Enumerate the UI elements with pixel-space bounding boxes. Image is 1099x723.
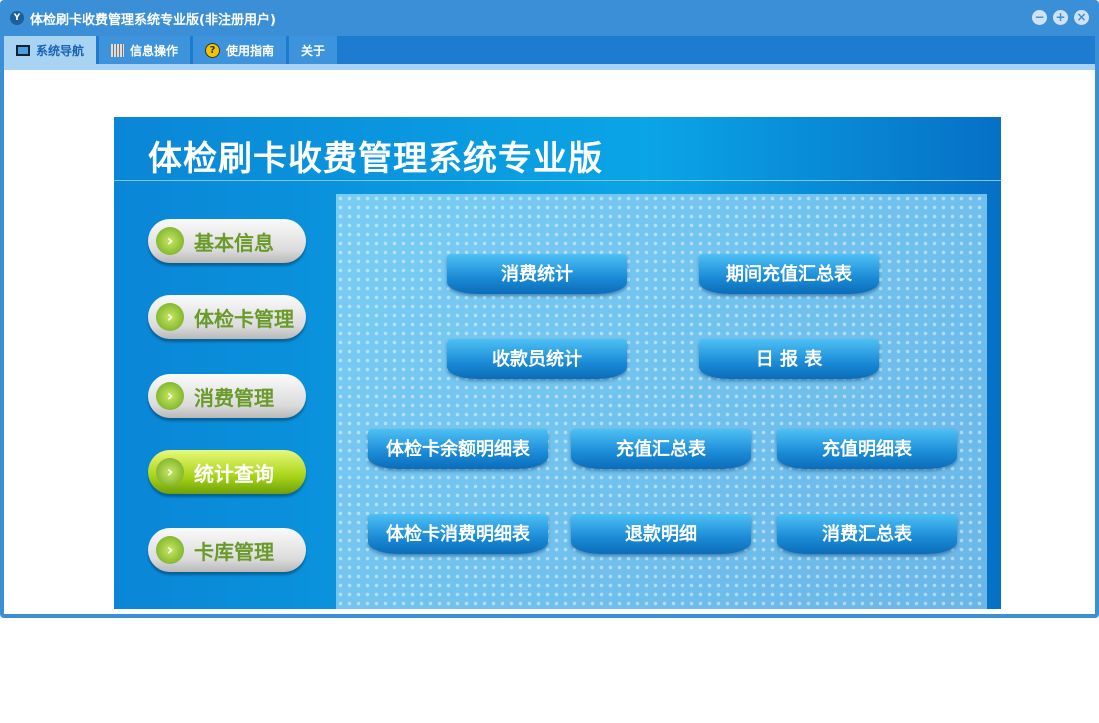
close-button[interactable]: × — [1074, 10, 1089, 25]
window-title: 体检刷卡收费管理系统专业版(非注册用户) — [30, 12, 276, 28]
menu-statistics[interactable]: › 统计查询 — [148, 450, 306, 494]
monitor-icon — [16, 44, 30, 56]
arrow-right-icon: › — [156, 382, 184, 410]
report-consumption-summary[interactable]: 消费汇总表 — [777, 514, 957, 554]
report-card-consumption-detail[interactable]: 体检卡消费明细表 — [368, 514, 548, 554]
report-period-recharge-summary[interactable]: 期间充值汇总表 — [699, 254, 879, 294]
tab-guide[interactable]: ? 使用指南 — [193, 36, 287, 64]
app-logo-icon: Y — [10, 11, 24, 25]
arrow-right-icon: › — [156, 458, 184, 486]
menu-basic-info[interactable]: › 基本信息 — [148, 219, 306, 263]
menu-card-management[interactable]: › 体检卡管理 — [148, 295, 306, 339]
maximize-button[interactable]: + — [1053, 10, 1068, 25]
report-refund-detail[interactable]: 退款明细 — [571, 514, 751, 554]
tab-info-ops[interactable]: 信息操作 — [99, 36, 191, 64]
menu-consumption[interactable]: › 消费管理 — [148, 374, 306, 418]
menu-card-stock[interactable]: › 卡库管理 — [148, 528, 306, 572]
tab-about[interactable]: 关于 — [289, 36, 338, 64]
minimize-button[interactable]: − — [1032, 10, 1047, 25]
grid-icon — [111, 43, 125, 57]
report-consumption-stats[interactable]: 消费统计 — [447, 254, 627, 294]
panel-title: 体检刷卡收费管理系统专业版 — [148, 139, 603, 179]
tab-bar: 系统导航 信息操作 ? 使用指南 关于 — [4, 36, 1095, 64]
report-cashier-stats[interactable]: 收款员统计 — [447, 339, 627, 379]
title-bar: Y 体检刷卡收费管理系统专业版(非注册用户) — [10, 8, 276, 28]
divider — [114, 180, 1001, 181]
report-recharge-summary[interactable]: 充值汇总表 — [571, 429, 751, 469]
report-daily[interactable]: 日 报 表 — [699, 339, 879, 379]
help-icon: ? — [205, 42, 221, 58]
arrow-right-icon: › — [156, 303, 184, 331]
report-recharge-detail[interactable]: 充值明细表 — [777, 429, 957, 469]
arrow-right-icon: › — [156, 536, 184, 564]
arrow-right-icon: › — [156, 227, 184, 255]
navigation-panel: 体检刷卡收费管理系统专业版 › 基本信息 › 体检卡管理 › 消费管理 › 统计查询 ›… — [114, 117, 1001, 609]
tab-system-nav[interactable]: 系统导航 — [4, 36, 97, 64]
report-card-balance-detail[interactable]: 体检卡余额明细表 — [368, 429, 548, 469]
